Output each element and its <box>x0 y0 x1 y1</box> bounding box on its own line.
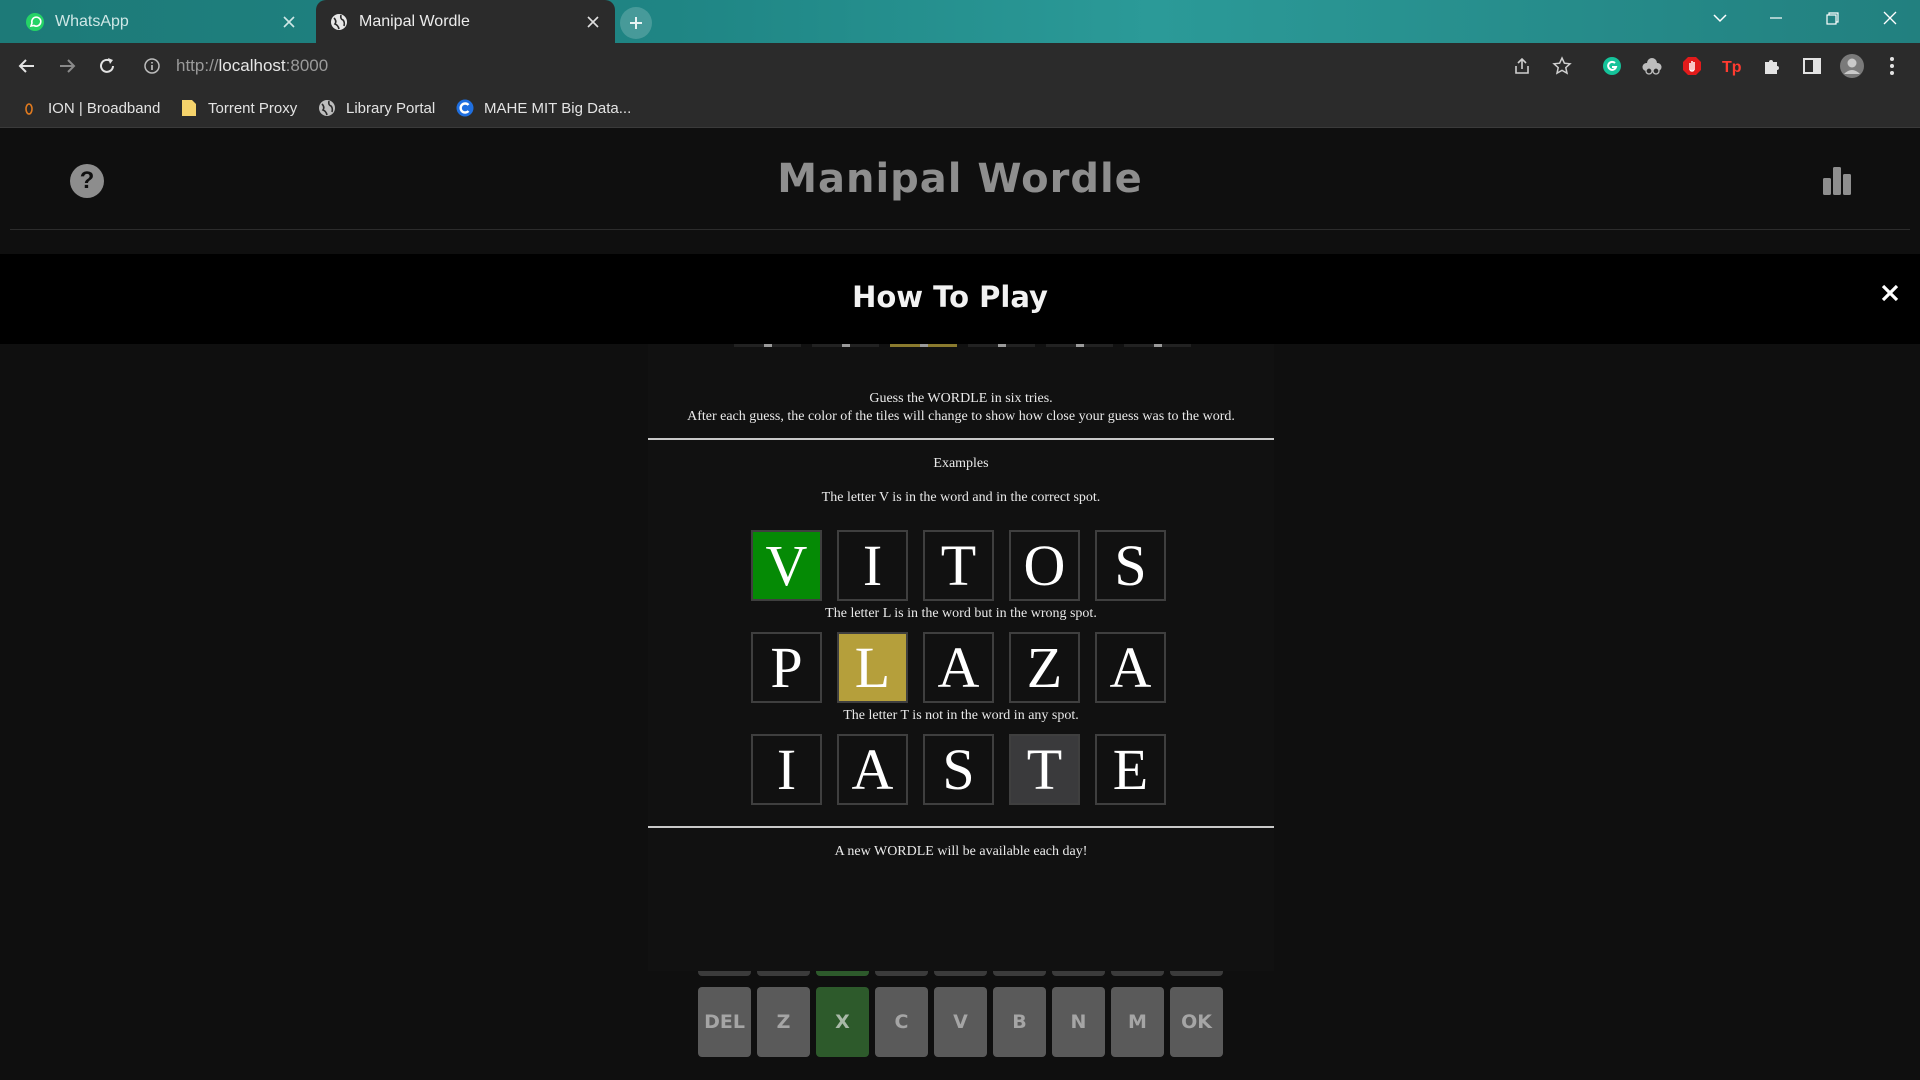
globe-icon <box>318 99 336 117</box>
modal-header: How To Play <box>0 254 1920 344</box>
reload-icon[interactable] <box>92 51 122 81</box>
forward-icon[interactable] <box>52 51 82 81</box>
tab-search-icon[interactable] <box>1692 0 1748 36</box>
back-icon[interactable] <box>12 51 42 81</box>
board-tile <box>968 344 1035 347</box>
tile: S <box>923 734 994 805</box>
tile-present: L <box>837 632 908 703</box>
tile: I <box>751 734 822 805</box>
grammarly-icon[interactable] <box>1598 52 1626 80</box>
close-icon[interactable] <box>579 8 607 36</box>
key-m[interactable]: M <box>1111 987 1164 1057</box>
key-del[interactable]: DEL <box>698 987 751 1057</box>
example-3-text: The letter T is not in the word in any s… <box>843 708 1079 723</box>
tile: A <box>837 734 908 805</box>
bookmark-torrent-proxy[interactable]: Torrent Proxy <box>180 96 297 120</box>
tile: E <box>1095 734 1166 805</box>
app-header: ? Manipal Wordle <box>10 128 1910 230</box>
divider <box>648 438 1274 440</box>
globe-icon <box>329 12 349 32</box>
close-window-icon[interactable] <box>1862 0 1918 36</box>
bookmarks-bar: ION | Broadband Torrent Proxy Library Po… <box>0 88 1920 128</box>
tile: I <box>837 530 908 601</box>
close-icon[interactable] <box>1876 279 1904 307</box>
example-2-text: The letter L is in the word but in the w… <box>825 606 1097 621</box>
bookmark-library-portal[interactable]: Library Portal <box>318 96 435 120</box>
board-tile <box>812 344 879 347</box>
tab-manipal-wordle[interactable]: Manipal Wordle <box>316 0 615 43</box>
example-2-tiles: P L A Z A <box>751 632 1166 703</box>
c-logo-icon <box>456 99 474 117</box>
tile-correct: V <box>751 530 822 601</box>
adblock-icon[interactable] <box>1678 52 1706 80</box>
stats-icon[interactable] <box>1822 166 1852 196</box>
key-z[interactable]: Z <box>757 987 810 1057</box>
tile: O <box>1009 530 1080 601</box>
ion-icon <box>20 99 38 117</box>
tab-title: Manipal Wordle <box>359 12 470 30</box>
share-icon[interactable] <box>1508 52 1536 80</box>
keyboard-bottom-row: DEL Z X C V B N M OK <box>698 987 1223 1057</box>
profile-avatar-icon[interactable] <box>1838 52 1866 80</box>
example-1-text: The letter V is in the word and in the c… <box>821 490 1101 505</box>
tile-absent: T <box>1009 734 1080 805</box>
tile: Z <box>1009 632 1080 703</box>
tab-strip: WhatsApp Manipal Wordle <box>0 0 1920 43</box>
tile: P <box>751 632 822 703</box>
page-title: Manipal Wordle <box>777 156 1143 202</box>
key-v[interactable]: V <box>934 987 987 1057</box>
divider <box>648 826 1274 828</box>
tile: S <box>1095 530 1166 601</box>
key-n[interactable]: N <box>1052 987 1105 1057</box>
info-icon[interactable] <box>140 54 164 78</box>
bookmark-ion-broadband[interactable]: ION | Broadband <box>20 96 160 120</box>
tile: A <box>923 632 994 703</box>
key-x[interactable]: X <box>816 987 869 1057</box>
examples-heading: Examples <box>933 456 989 471</box>
board-tile <box>1124 344 1191 347</box>
board-tile <box>890 344 957 347</box>
tab-whatsapp[interactable]: WhatsApp <box>12 0 311 43</box>
example-3-tiles: I A S T E <box>751 734 1166 805</box>
minimize-icon[interactable] <box>1748 0 1804 36</box>
key-c[interactable]: C <box>875 987 928 1057</box>
address-bar[interactable]: http://localhost:8000 <box>140 49 1490 82</box>
restore-icon[interactable] <box>1804 0 1860 36</box>
puzzle-icon[interactable] <box>1758 52 1786 80</box>
how-to-play-modal: Guess the WORDLE in six tries. After eac… <box>648 344 1274 971</box>
tile: A <box>1095 632 1166 703</box>
tile: T <box>923 530 994 601</box>
extension-cloud-icon[interactable] <box>1638 52 1666 80</box>
bookmark-mahe-mit[interactable]: MAHE MIT Big Data... <box>456 96 631 120</box>
tp-extension-icon[interactable]: Tp <box>1718 52 1746 80</box>
svg-text:Tp: Tp <box>1722 59 1742 76</box>
new-tab-button[interactable] <box>620 7 652 39</box>
url-text: http://localhost:8000 <box>176 55 329 75</box>
example-1-tiles: V I T O S <box>751 530 1166 601</box>
page-viewport: ? Manipal Wordle DEL Z X C V B N M OK Ho… <box>0 128 1920 1080</box>
folder-icon <box>180 99 198 117</box>
menu-kebab-icon[interactable] <box>1878 52 1906 80</box>
key-b[interactable]: B <box>993 987 1046 1057</box>
tab-title: WhatsApp <box>55 12 129 30</box>
modal-title: How To Play <box>852 280 1048 314</box>
key-ok[interactable]: OK <box>1170 987 1223 1057</box>
daily-note: A new WORDLE will be available each day! <box>834 844 1088 859</box>
bookmark-star-icon[interactable] <box>1548 52 1576 80</box>
intro-text: Guess the WORDLE in six tries. After eac… <box>687 391 1235 424</box>
whatsapp-icon <box>25 12 45 32</box>
side-panel-icon[interactable] <box>1798 52 1826 80</box>
browser-toolbar: http://localhost:8000 Tp <box>0 43 1920 88</box>
close-icon[interactable] <box>275 8 303 36</box>
board-peek <box>734 344 1191 347</box>
board-tile <box>734 344 801 347</box>
board-tile <box>1046 344 1113 347</box>
